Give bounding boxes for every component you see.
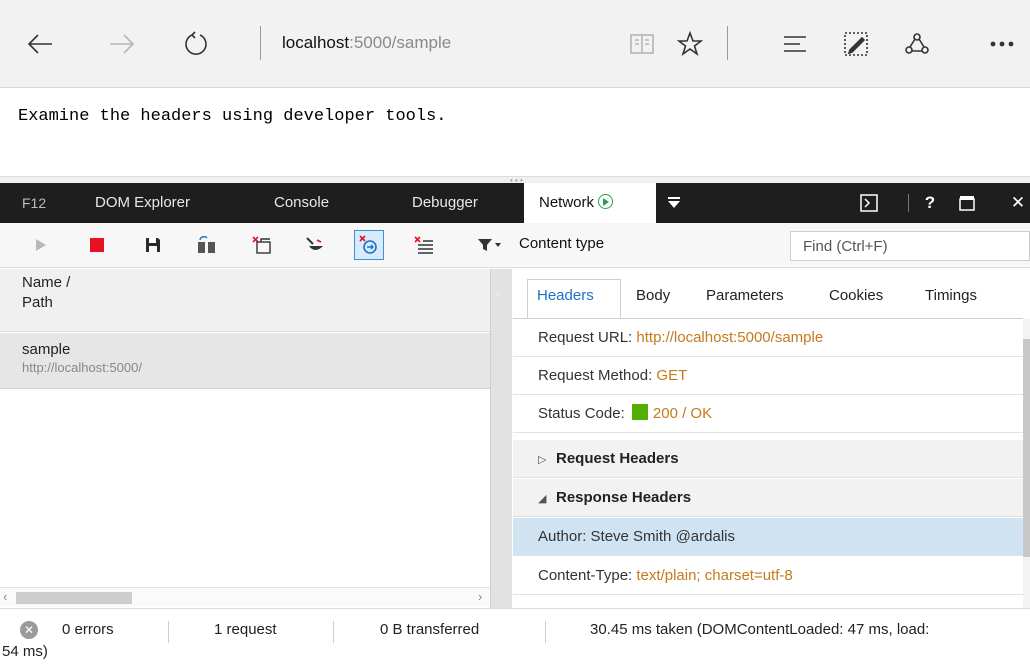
request-url-value: http://localhost:5000/sample [636,329,824,346]
request-method-row: Request Method: GET [513,357,1023,395]
details-pane: Headers Body Parameters Cookies Timings … [513,269,1030,608]
request-method-label: Request Method: [538,367,653,384]
expanded-triangle-icon: ◢ [538,493,547,505]
reading-view-icon[interactable] [620,22,664,66]
vertical-scroll-thumb[interactable] [1023,339,1030,557]
more-icon[interactable] [980,22,1024,66]
toolbar-separator [727,26,728,60]
devtools-separator [908,194,909,212]
tab-network-label: Network [539,194,595,211]
vertical-scrollbar[interactable] [1023,319,1030,608]
request-url-label: Request URL: [538,329,633,346]
request-count: 1 request [214,621,277,638]
network-running-icon [598,194,614,209]
horizontal-scrollbar[interactable]: ‹ › [0,587,490,607]
address-separator [260,26,261,60]
hub-icon[interactable] [773,22,817,66]
always-refresh-icon[interactable] [192,230,222,260]
status-separator [545,621,546,643]
network-status-bar: ✕ 0 errors 1 request 0 B transferred 30.… [0,608,1030,664]
pane-divider[interactable]: › [490,269,512,608]
response-headers-section[interactable]: ◢ Response Headers [513,479,1023,517]
clear-cache-icon[interactable] [300,230,330,260]
undock-icon[interactable] [956,183,978,223]
more-tabs-chevron-icon[interactable] [662,183,686,223]
content-type-value: text/plain; charset=utf-8 [636,567,793,584]
scroll-left-icon[interactable]: ‹ [3,589,7,604]
timing-summary: 30.45 ms taken (DOMContentLoaded: 47 ms,… [590,621,930,638]
request-headers-label: Request Headers [556,450,679,467]
console-toggle-icon[interactable] [856,183,882,223]
request-list-pane: Name / Path sample http://localhost:5000… [0,269,490,608]
tab-parameters[interactable]: Parameters [706,287,784,304]
tab-debugger[interactable]: Debugger [412,183,478,223]
column-header-path: Path [22,294,53,311]
expand-details-icon[interactable]: › [496,289,499,300]
content-type-label: Content-Type: [538,567,633,584]
transferred-size: 0 B transferred [380,621,480,638]
status-separator [333,621,334,643]
find-input[interactable] [790,231,1030,261]
status-separator [168,621,169,643]
status-code-row: Status Code: 200 / OK [513,395,1023,433]
status-code-label: Status Code: [538,405,625,422]
table-row[interactable]: sample http://localhost:5000/ [0,333,490,389]
details-tab-bar: Headers Body Parameters Cookies Timings [513,269,1030,319]
forward-arrow-icon[interactable] [100,22,144,66]
network-toolbar: Content type [0,223,1030,268]
devtools-tab-bar: F12 DOM Explorer Console Debugger Networ… [0,183,1030,223]
tab-timings[interactable]: Timings [925,287,977,304]
stop-profiling-icon[interactable] [82,230,112,260]
request-name: sample [22,341,71,358]
clear-on-navigate-icon[interactable] [409,230,439,260]
request-headers-section[interactable]: ▷ Request Headers [513,440,1023,478]
web-note-icon[interactable] [834,22,878,66]
error-count[interactable]: 0 errors [62,621,114,638]
scroll-right-icon[interactable]: › [478,589,482,604]
response-header-author-row[interactable]: Author: Steve Smith @ardalis [513,518,1023,556]
devtools-splitter[interactable]: • • • [0,176,1030,185]
help-icon[interactable]: ? [920,183,940,223]
export-save-icon[interactable] [138,230,168,260]
start-profiling-icon[interactable] [26,230,56,260]
clear-cookies-icon[interactable] [354,230,384,260]
collapsed-triangle-icon: ▷ [538,454,547,466]
request-url-row: Request URL: http://localhost:5000/sampl… [513,319,1023,357]
refresh-icon[interactable] [174,22,218,66]
share-icon[interactable] [895,22,939,66]
page-content: Examine the headers using developer tool… [0,89,1030,176]
tab-body[interactable]: Body [636,287,670,304]
content-type-filter[interactable]: Content type [519,235,604,252]
status-ok-icon [631,404,648,420]
clear-entries-icon[interactable] [247,230,277,260]
url-host: localhost [282,33,350,52]
error-circle-icon: ✕ [20,621,38,639]
timing-summary-continued: 54 ms) [2,643,48,660]
favorite-star-icon[interactable] [668,22,712,66]
request-path: http://localhost:5000/ [22,360,142,375]
author-header-text: Author: Steve Smith @ardalis [538,528,735,545]
tab-dom-explorer[interactable]: DOM Explorer [95,183,190,223]
column-header-name: Name / [22,274,71,291]
name-path-column-header[interactable]: Name / Path [0,269,490,332]
horizontal-scroll-thumb[interactable] [16,592,132,604]
request-method-value: GET [656,367,688,384]
status-code-value: 200 / OK [652,405,713,422]
filter-funnel-icon[interactable] [472,230,508,260]
back-arrow-icon[interactable] [18,22,62,66]
close-devtools-icon[interactable]: ✕ [1006,183,1030,223]
browser-toolbar: localhost:5000/sample [0,0,1030,88]
tab-network[interactable]: Network [524,183,656,223]
tab-headers[interactable]: Headers [537,287,594,304]
tab-cookies[interactable]: Cookies [829,287,883,304]
page-text: Examine the headers using developer tool… [18,107,447,126]
url-path: :5000/sample [349,33,452,52]
address-bar[interactable]: localhost:5000/sample [282,33,451,53]
tab-f12[interactable]: F12 [22,183,46,223]
response-headers-label: Response Headers [556,489,692,506]
response-header-content-type-row[interactable]: Content-Type: text/plain; charset=utf-8 [513,557,1023,595]
tab-console[interactable]: Console [274,183,329,223]
